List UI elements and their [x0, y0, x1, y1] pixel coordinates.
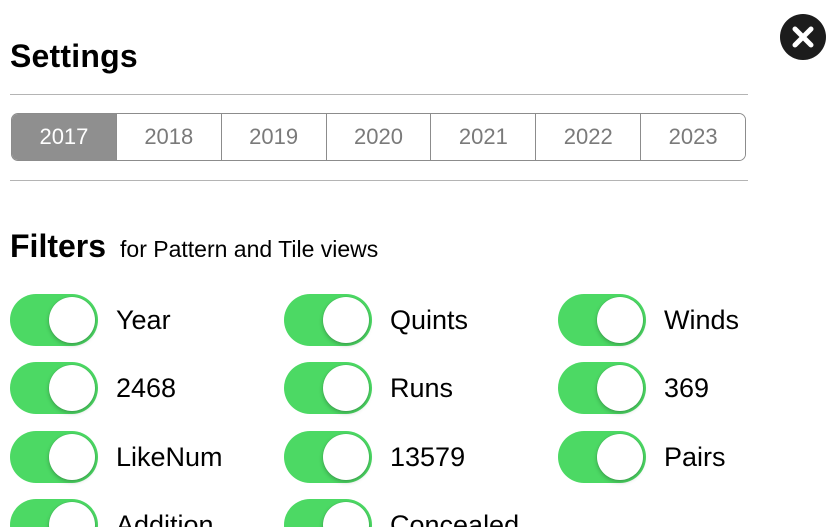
- toggle-switch-runs[interactable]: [284, 362, 372, 414]
- toggle-label-13579: 13579: [390, 441, 466, 472]
- toggle-switch-2468[interactable]: [10, 362, 98, 414]
- toggle-switch-likenum[interactable]: [10, 431, 98, 483]
- toggle-label-year: Year: [116, 304, 171, 335]
- year-segment-2022[interactable]: 2022: [535, 114, 641, 160]
- filter-quints: Quints: [284, 294, 468, 346]
- toggle-knob: [49, 297, 95, 343]
- toggle-switch-pairs[interactable]: [558, 431, 646, 483]
- year-segment-2018[interactable]: 2018: [115, 114, 221, 160]
- toggle-switch-13579[interactable]: [284, 431, 372, 483]
- toggle-switch-concealed[interactable]: [284, 499, 372, 527]
- toggle-switch-369[interactable]: [558, 362, 646, 414]
- filter-runs: Runs: [284, 362, 453, 414]
- close-icon: [792, 26, 814, 48]
- toggle-knob: [49, 502, 95, 527]
- filters-title: Filters: [10, 228, 107, 264]
- toggle-switch-winds[interactable]: [558, 294, 646, 346]
- toggle-knob: [597, 297, 643, 343]
- filter-pairs: Pairs: [558, 431, 726, 483]
- toggle-knob: [597, 434, 643, 480]
- toggle-label-2468: 2468: [116, 372, 177, 403]
- year-segment-2020[interactable]: 2020: [325, 114, 431, 160]
- toggle-label-addition: Addition: [116, 509, 214, 527]
- toggle-label-concealed: Concealed: [390, 509, 520, 527]
- year-segment-2017[interactable]: 2017: [12, 114, 116, 160]
- toggle-label-pairs: Pairs: [664, 441, 726, 472]
- divider-top: [10, 94, 748, 95]
- toggle-knob: [49, 365, 95, 411]
- filter-year: Year: [10, 294, 171, 346]
- toggle-switch-year[interactable]: [10, 294, 98, 346]
- filter-13579: 13579: [284, 431, 465, 483]
- page-title: Settings: [10, 38, 138, 74]
- filter-concealed: Concealed: [284, 499, 519, 527]
- toggle-knob: [323, 434, 369, 480]
- filter-likenum: LikeNum: [10, 431, 223, 483]
- toggle-label-runs: Runs: [390, 372, 454, 403]
- toggle-label-winds: Winds: [664, 304, 740, 335]
- year-segment-2023[interactable]: 2023: [640, 114, 745, 160]
- toggle-knob: [323, 502, 369, 527]
- filter-369: 369: [558, 362, 709, 414]
- year-segment-2019[interactable]: 2019: [220, 114, 326, 160]
- toggle-label-quints: Quints: [390, 304, 469, 335]
- toggle-knob: [323, 365, 369, 411]
- filter-winds: Winds: [558, 294, 739, 346]
- toggle-label-369: 369: [664, 372, 710, 403]
- toggle-knob: [323, 297, 369, 343]
- filter-addition: Addition: [10, 499, 214, 527]
- toggle-switch-quints[interactable]: [284, 294, 372, 346]
- close-button[interactable]: [780, 14, 826, 60]
- year-segment-2021[interactable]: 2021: [430, 114, 536, 160]
- filter-2468: 2468: [10, 362, 176, 414]
- toggle-knob: [49, 434, 95, 480]
- settings-screen: Settings 2017 2018 2019 2020 2021 2022 2…: [0, 0, 827, 527]
- toggle-switch-addition[interactable]: [10, 499, 98, 527]
- toggle-label-likenum: LikeNum: [116, 441, 223, 472]
- divider-bottom: [10, 180, 748, 181]
- year-segmented-control: 2017 2018 2019 2020 2021 2022 2023: [11, 113, 746, 161]
- filters-subtitle: for Pattern and Tile views: [120, 236, 379, 262]
- toggle-knob: [597, 365, 643, 411]
- filters-heading: Filters for Pattern and Tile views: [10, 228, 378, 265]
